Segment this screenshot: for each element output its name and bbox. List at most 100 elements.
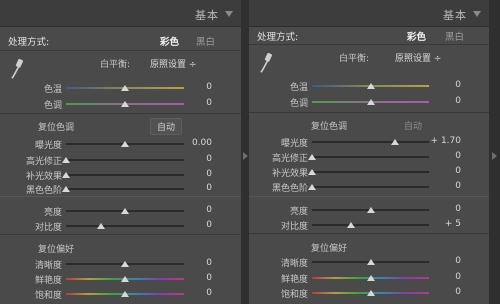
highlight-label: 高光修正	[271, 154, 308, 164]
highlight-value[interactable]: 0	[172, 154, 212, 164]
wb-select[interactable]: 原照设置 ÷	[150, 57, 196, 70]
brightness-slider-thumb[interactable]	[121, 208, 129, 214]
fill-slider-track[interactable]	[66, 174, 184, 176]
group-divider	[0, 196, 241, 197]
clarity-label: 清晰度	[280, 259, 308, 269]
clarity-slider-thumb[interactable]	[366, 259, 375, 265]
basic-panel-left: 基本 处理方式: 彩色 黑白 白平衡: 原照设置 ÷ 复位色调 自动 复位偏好 色温 0…	[0, 0, 241, 304]
exposure-slider-track[interactable]	[312, 141, 429, 143]
exposure-slider-thumb[interactable]	[391, 139, 400, 145]
panel-title: 基本	[195, 9, 219, 22]
temp-slider-thumb[interactable]	[366, 83, 375, 89]
section-divider	[0, 113, 241, 114]
saturation-label: 饱和度	[280, 290, 308, 300]
eyedropper-icon[interactable]	[10, 57, 24, 79]
highlight-value[interactable]: 0	[421, 151, 461, 161]
section-divider	[249, 112, 489, 113]
blacks-slider-thumb[interactable]	[308, 184, 316, 190]
highlight-slider-thumb[interactable]	[308, 154, 316, 160]
blacks-value[interactable]: 0	[172, 183, 212, 193]
blacks-slider-track[interactable]	[66, 188, 184, 190]
blacks-slider-track[interactable]	[312, 186, 429, 188]
tint-value[interactable]: 0	[421, 96, 461, 106]
clarity-value[interactable]: 0	[172, 258, 212, 268]
wb-label: 白平衡:	[339, 54, 370, 64]
expand-arrow-icon[interactable]	[492, 152, 497, 160]
contrast-slider-track[interactable]	[312, 224, 429, 226]
auto-tone-button[interactable]: 自动	[150, 118, 183, 135]
wb-select[interactable]: 原照设置 ÷	[395, 51, 441, 64]
fill-value[interactable]: 0	[172, 169, 212, 179]
basic-panel-right: 基本 处理方式: 彩色 黑白 白平衡: 原照设置 ÷ 复位色调 自动复位偏好 色温 0…	[249, 0, 489, 304]
fill-slider-track[interactable]	[312, 171, 429, 173]
contrast-value[interactable]: + 5	[421, 219, 461, 229]
exposure-value[interactable]: + 1.70	[421, 136, 461, 146]
auto-tone-button[interactable]: 自动	[397, 117, 429, 134]
fill-slider-thumb[interactable]	[308, 169, 316, 175]
fill-slider-thumb[interactable]	[62, 172, 70, 178]
fill-label: 补光效果	[25, 172, 62, 182]
blacks-label: 黑色色阶	[271, 184, 308, 194]
exposure-value[interactable]: 0.00	[172, 138, 212, 148]
treatment-bw-button[interactable]: 黑白	[196, 34, 215, 48]
treatment-color-button[interactable]: 彩色	[407, 29, 426, 43]
presence-reset-label[interactable]: 复位偏好	[38, 242, 74, 255]
highlight-slider-track[interactable]	[312, 156, 429, 158]
clarity-value[interactable]: 0	[421, 256, 461, 266]
panel-header[interactable]: 基本	[0, 0, 241, 27]
exposure-label: 曝光度	[34, 141, 62, 151]
contrast-slider-thumb[interactable]	[346, 222, 355, 228]
panel-collapse-icon[interactable]	[225, 11, 233, 17]
highlight-label: 高光修正	[25, 157, 62, 167]
panel-header[interactable]: 基本	[249, 0, 489, 27]
fill-value[interactable]: 0	[421, 166, 461, 176]
clarity-slider-thumb[interactable]	[121, 261, 129, 267]
saturation-value[interactable]: 0	[172, 288, 212, 298]
fill-label: 补光效果	[271, 169, 308, 179]
tint-slider-thumb[interactable]	[121, 101, 129, 107]
brightness-value[interactable]: 0	[421, 204, 461, 214]
contrast-value[interactable]: 0	[172, 220, 212, 230]
temp-value[interactable]: 0	[421, 80, 461, 90]
treatment-label: 处理方式:	[8, 37, 50, 48]
contrast-slider-thumb[interactable]	[97, 223, 106, 229]
tint-value[interactable]: 0	[172, 98, 212, 108]
saturation-value[interactable]: 0	[421, 287, 461, 297]
eyedropper-icon[interactable]	[259, 51, 273, 73]
tone-reset-label[interactable]: 复位色调	[311, 119, 347, 132]
saturation-slider-thumb[interactable]	[121, 291, 129, 297]
tone-reset-label[interactable]: 复位色调	[38, 120, 74, 133]
temp-label: 色温	[289, 83, 308, 93]
wb-label: 白平衡:	[100, 60, 131, 70]
vibrance-value[interactable]: 0	[172, 273, 212, 283]
blacks-value[interactable]: 0	[421, 181, 461, 191]
expand-arrow-icon[interactable]	[243, 152, 248, 160]
tint-slider-thumb[interactable]	[366, 99, 375, 105]
vibrance-label: 鲜艳度	[280, 275, 308, 285]
vibrance-value[interactable]: 0	[421, 272, 461, 282]
brightness-slider-thumb[interactable]	[366, 207, 375, 213]
tint-label: 色调	[43, 101, 62, 111]
panel-collapse-icon[interactable]	[473, 11, 481, 17]
vibrance-slider-thumb[interactable]	[366, 275, 375, 281]
exposure-label: 曝光度	[280, 139, 308, 149]
section-divider	[249, 233, 489, 234]
exposure-slider-thumb[interactable]	[121, 141, 129, 147]
temp-slider-thumb[interactable]	[121, 85, 129, 91]
saturation-slider-thumb[interactable]	[366, 290, 375, 296]
treatment-label: 处理方式:	[257, 32, 299, 43]
blacks-label: 黑色色阶	[25, 186, 62, 196]
blacks-slider-thumb[interactable]	[62, 186, 70, 192]
temp-value[interactable]: 0	[172, 82, 212, 92]
section-divider	[0, 234, 241, 235]
group-divider	[249, 196, 489, 197]
highlight-slider-thumb[interactable]	[62, 157, 70, 163]
vibrance-slider-thumb[interactable]	[121, 276, 129, 282]
presence-reset-label[interactable]: 复位偏好	[311, 241, 347, 254]
tint-label: 色调	[289, 99, 308, 109]
treatment-color-button[interactable]: 彩色	[160, 34, 179, 48]
treatment-bw-button[interactable]: 黑白	[445, 29, 464, 43]
contrast-slider-track[interactable]	[66, 225, 184, 227]
highlight-slider-track[interactable]	[66, 159, 184, 161]
brightness-value[interactable]: 0	[172, 205, 212, 215]
